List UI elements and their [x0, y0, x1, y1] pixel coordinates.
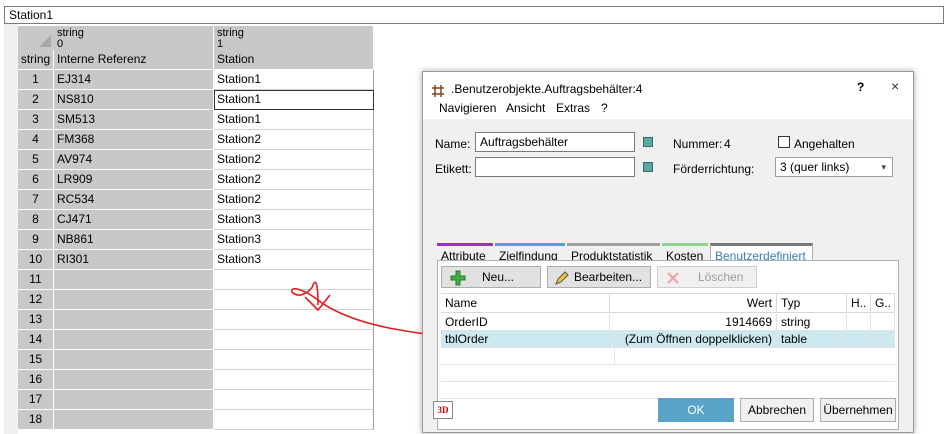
tab-kosten[interactable]: Kosten [662, 243, 708, 263]
table-row[interactable] [441, 365, 895, 382]
col-header-g[interactable]: G.. [871, 294, 895, 313]
etikett-field[interactable] [475, 157, 635, 177]
row-name: tblOrder [441, 331, 610, 347]
apply-button[interactable]: Übernehmen [820, 398, 896, 422]
grid-object-icon [431, 83, 445, 97]
tab-attribute[interactable]: Attribute [437, 243, 493, 263]
dialog-body: Name: Auftragsbehälter Etikett: Nummer: … [423, 119, 913, 432]
new-button[interactable]: Neu... [441, 266, 541, 288]
cancel-button[interactable]: Abbrechen [740, 398, 814, 422]
etikett-inherit-icon[interactable] [643, 162, 653, 172]
new-button-label: Neu... [482, 270, 515, 284]
row-typ: string [777, 314, 847, 330]
tab-benutzerdefiniert[interactable]: Benutzerdefiniert [710, 243, 813, 263]
ok-button[interactable]: OK [658, 398, 734, 422]
row-wert: 1914669 [610, 314, 777, 330]
3d-view-button[interactable]: 3D [433, 401, 453, 419]
properties-dialog: .Benutzerobjekte.Auftragsbehälter:4 ? × … [422, 71, 914, 433]
dialog-title: .Benutzerobjekte.Auftragsbehälter:4 [431, 78, 642, 100]
menubar: Navigieren Ansicht Extras ? [423, 99, 913, 119]
row-name: OrderID [441, 314, 610, 330]
pencil-icon [555, 271, 569, 285]
delete-icon [667, 272, 679, 284]
tab-produktstatistik[interactable]: Produktstatistik [567, 243, 660, 263]
name-inherit-icon[interactable] [643, 137, 653, 147]
foerderrichtung-label: Förderrichtung: [673, 162, 755, 176]
menu-ansicht[interactable]: Ansicht [506, 101, 545, 115]
attributes-table-header: Name Wert Typ H.. G.. [441, 293, 895, 313]
row-g [871, 331, 895, 347]
angehalten-label: Angehalten [794, 137, 855, 151]
etikett-label: Etikett: [435, 162, 472, 176]
help-button[interactable]: ? [857, 80, 864, 94]
tab-zielfindung[interactable]: Zielfindung [495, 243, 565, 263]
nummer-value: 4 [724, 137, 731, 151]
name-label: Name: [435, 137, 471, 151]
chevron-down-icon: ▾ [881, 162, 886, 172]
menu-help[interactable]: ? [601, 101, 608, 115]
col-header-wert[interactable]: Wert [610, 294, 777, 313]
nummer-label: Nummer: [673, 137, 723, 151]
edit-button-label: Bearbeiten... [574, 270, 643, 284]
foerderrichtung-select[interactable]: 3 (quer links) ▾ [775, 157, 893, 177]
table-row[interactable]: tblOrder (Zum Öffnen doppelklicken) tabl… [441, 331, 895, 348]
table-row[interactable]: OrderID 1914669 string [441, 314, 895, 331]
plus-icon [450, 270, 466, 286]
name-field[interactable]: Auftragsbehälter [475, 132, 635, 152]
table-row[interactable] [441, 348, 895, 365]
dialog-title-text: .Benutzerobjekte.Auftragsbehälter:4 [451, 82, 643, 96]
menu-navigieren[interactable]: Navigieren [439, 101, 496, 115]
angehalten-checkbox[interactable] [778, 136, 790, 148]
row-g [871, 314, 895, 330]
edit-button[interactable]: Bearbeiten... [547, 266, 651, 288]
delete-button-label: Löschen [698, 270, 744, 284]
row-h [847, 331, 871, 347]
menu-extras[interactable]: Extras [556, 101, 590, 115]
tab-bar: Attribute Zielfindung Produktstatistik K… [437, 243, 899, 263]
foerderrichtung-value: 3 (quer links) [780, 160, 850, 174]
close-button[interactable]: × [891, 78, 899, 94]
row-typ: table [777, 331, 847, 347]
row-wert: (Zum Öffnen doppelklicken) [610, 331, 777, 347]
col-header-name[interactable]: Name [441, 294, 610, 313]
row-h [847, 314, 871, 330]
col-header-typ[interactable]: Typ [777, 294, 847, 313]
col-header-h[interactable]: H.. [847, 294, 871, 313]
delete-button[interactable]: Löschen [657, 266, 757, 288]
table-row[interactable] [441, 382, 895, 399]
